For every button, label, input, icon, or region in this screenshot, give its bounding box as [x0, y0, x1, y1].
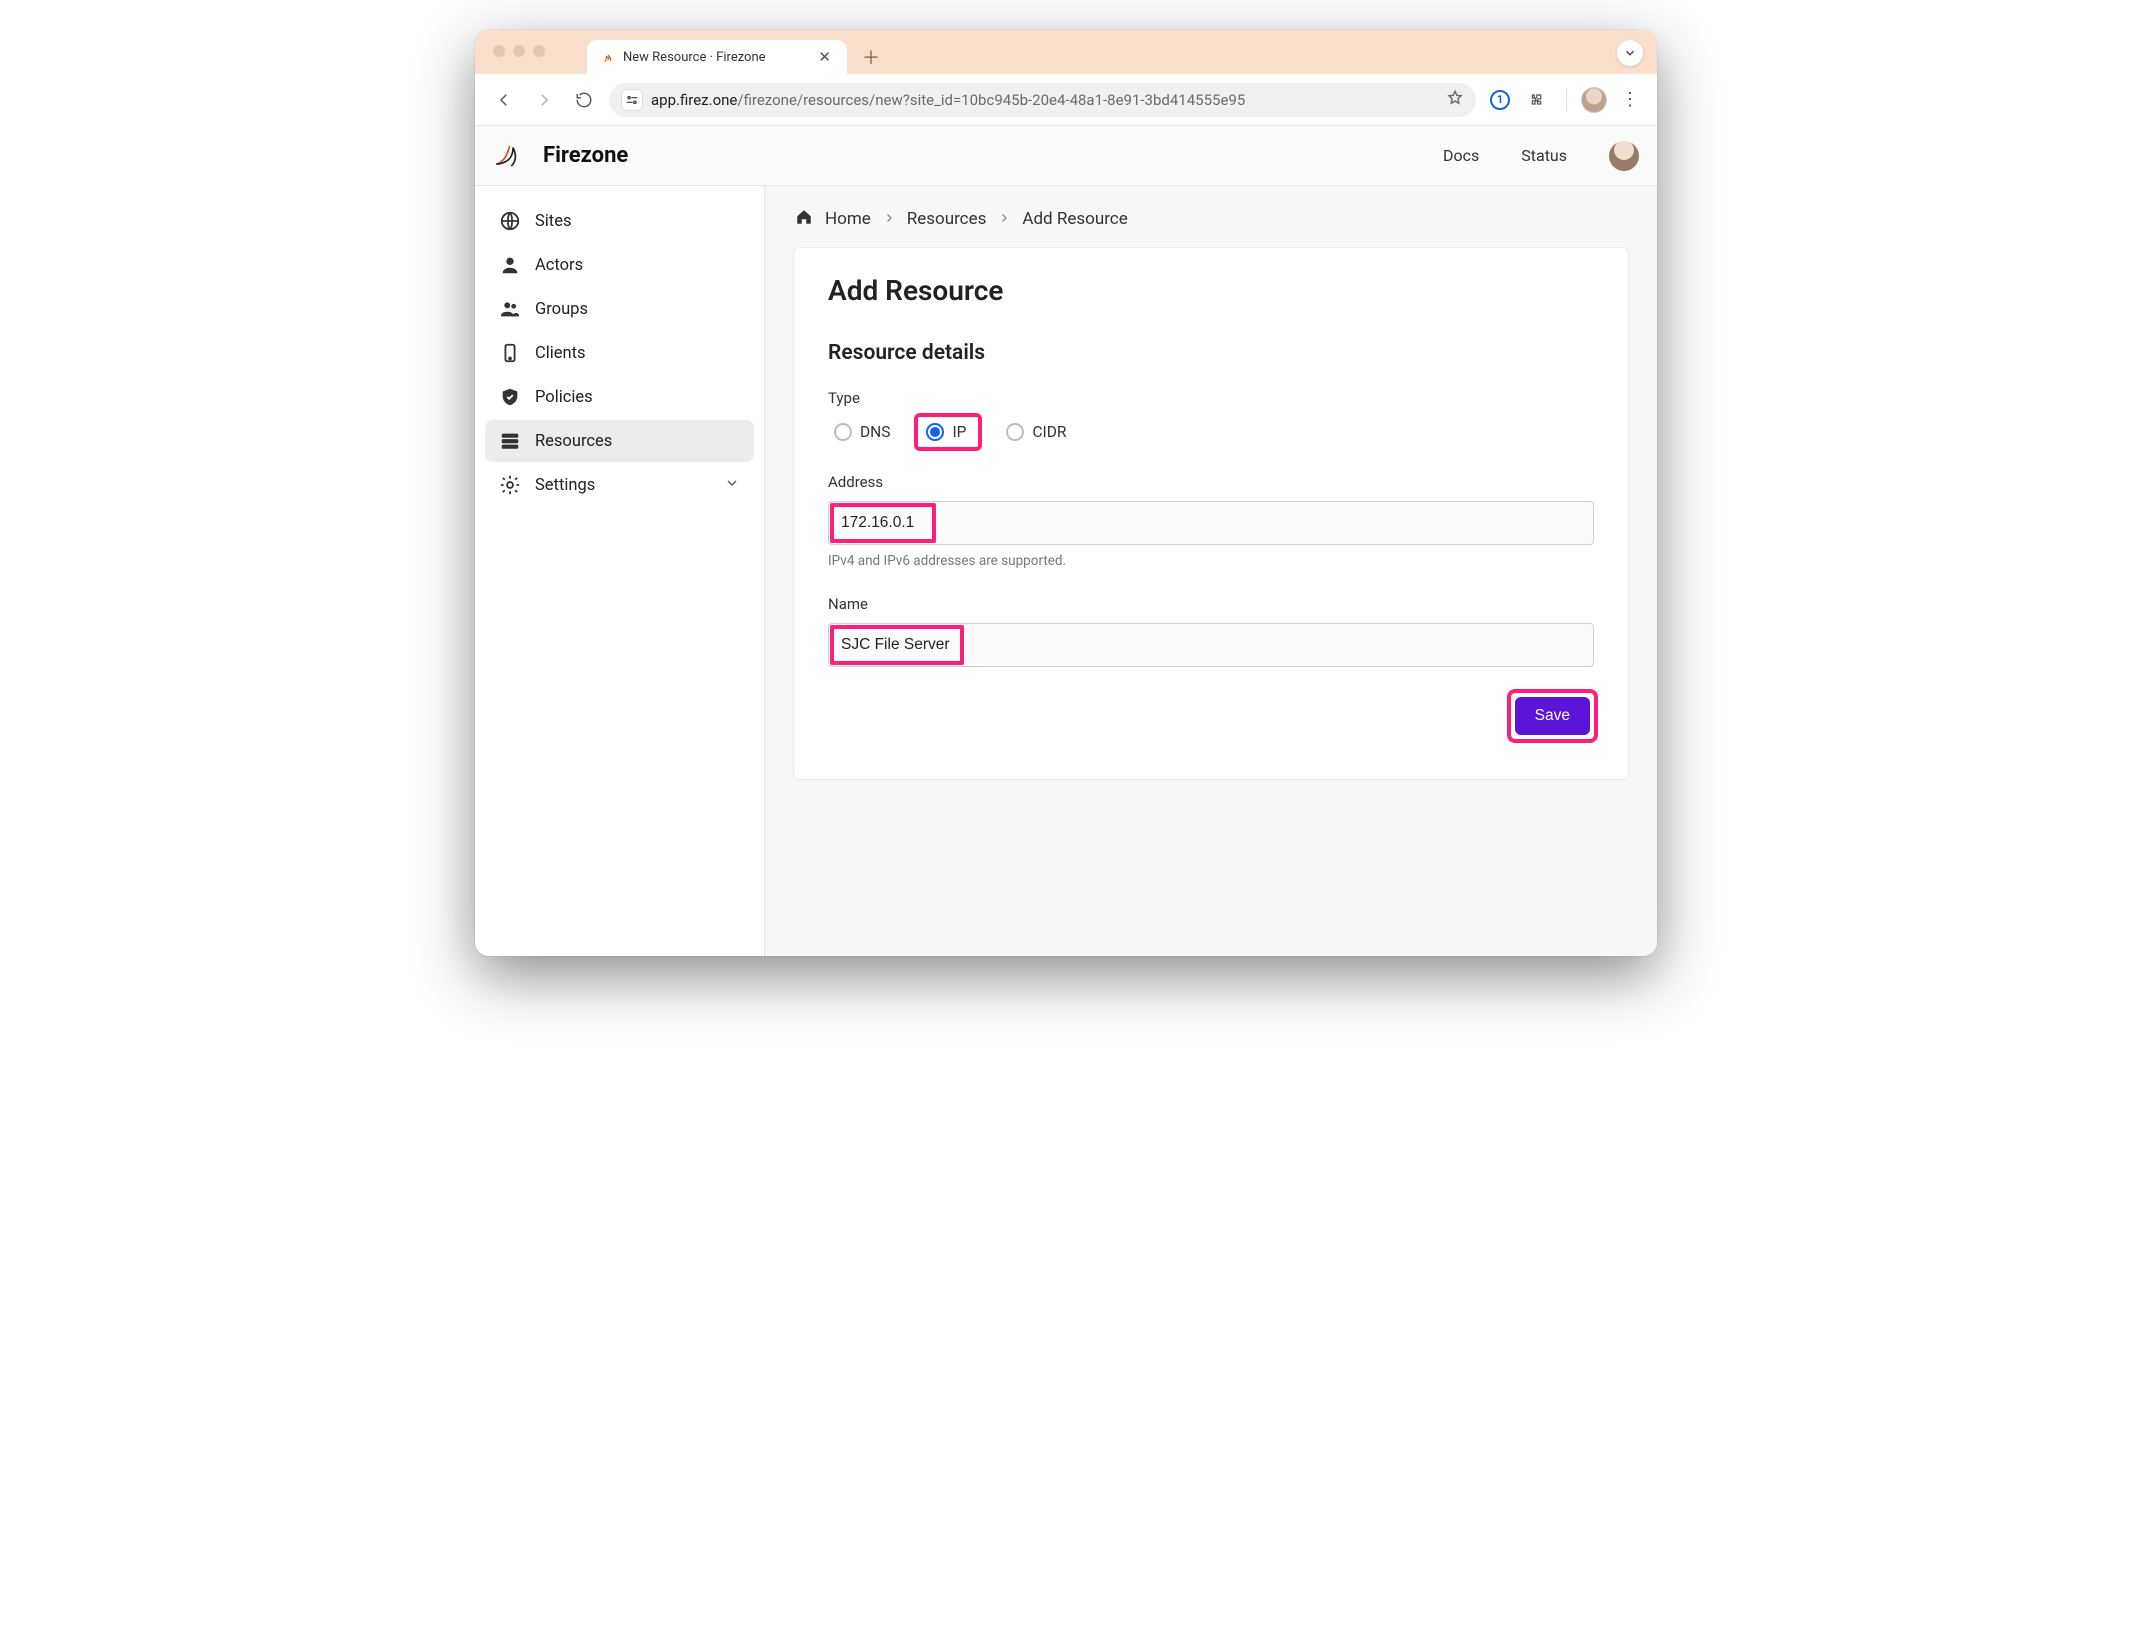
new-tab-button[interactable]: ＋ [857, 43, 885, 71]
label-address: Address [828, 473, 1594, 491]
sidebar-item-label: Clients [535, 344, 586, 363]
radio-label: DNS [860, 423, 890, 441]
radio-option-cidr[interactable]: CIDR [1000, 419, 1072, 445]
browser-titlebar: New Resource · Firezone ✕ ＋ [475, 30, 1657, 74]
sidebar-item-clients[interactable]: Clients [485, 332, 754, 374]
radio-label: IP [952, 423, 966, 441]
chevron-down-icon [724, 475, 740, 496]
shield-check-icon [499, 386, 521, 408]
brand-logo-icon [493, 142, 533, 170]
brand-name: Firezone [543, 143, 628, 168]
traffic-light-min[interactable] [513, 45, 525, 57]
tab-title: New Resource · Firezone [623, 50, 766, 65]
sidebar: Sites Actors Groups [475, 186, 765, 956]
crumb-current: Add Resource [1022, 209, 1127, 229]
browser-toolbar: app.firez.one/firezone/resources/new?sit… [475, 74, 1657, 126]
name-input[interactable] [828, 623, 1594, 667]
sidebar-item-label: Sites [535, 212, 571, 231]
browser-tab-active[interactable]: New Resource · Firezone ✕ [587, 40, 847, 74]
phone-icon [499, 342, 521, 364]
sidebar-item-resources[interactable]: Resources [485, 420, 754, 462]
header-link-status[interactable]: Status [1521, 146, 1567, 165]
main-content: Home Resources Add Resource Add Resource… [765, 186, 1657, 956]
sidebar-item-label: Groups [535, 300, 588, 319]
onepassword-extension-icon[interactable]: 1 [1486, 86, 1514, 114]
gear-icon [499, 474, 521, 496]
radio-option-ip[interactable]: IP [920, 419, 972, 445]
sidebar-item-label: Actors [535, 256, 583, 275]
traffic-lights [493, 45, 545, 57]
home-icon [795, 208, 813, 229]
sidebar-item-label: Resources [535, 432, 612, 451]
nav-forward-button[interactable] [529, 85, 559, 115]
radio-group-type: DNS IP CIDR [828, 417, 1594, 447]
site-settings-icon[interactable] [621, 89, 643, 111]
chevron-right-icon [883, 209, 895, 229]
extensions-puzzle-icon[interactable] [1524, 86, 1552, 114]
chevron-right-icon [998, 209, 1010, 229]
nav-reload-button[interactable] [569, 85, 599, 115]
omnibox[interactable]: app.firez.one/firezone/resources/new?sit… [609, 83, 1476, 117]
label-type: Type [828, 389, 1594, 407]
user-icon [499, 254, 521, 276]
omnibox-url: app.firez.one/firezone/resources/new?sit… [651, 91, 1438, 109]
crumb-home[interactable]: Home [825, 209, 871, 229]
nav-back-button[interactable] [489, 85, 519, 115]
server-icon [499, 430, 521, 452]
tabstrip: New Resource · Firezone ✕ ＋ [587, 30, 885, 74]
highlight-save-button: Save [1511, 693, 1594, 739]
crumb-resources[interactable]: Resources [907, 209, 987, 229]
app-header: Firezone Docs Status [475, 126, 1657, 186]
address-hint: IPv4 and IPv6 addresses are supported. [828, 553, 1594, 569]
header-avatar[interactable] [1609, 141, 1639, 171]
radio-label: CIDR [1032, 423, 1066, 441]
label-name: Name [828, 595, 1594, 613]
tabstrip-overflow-button[interactable] [1617, 40, 1643, 66]
sidebar-item-policies[interactable]: Policies [485, 376, 754, 418]
browser-menu-button[interactable]: ⋮ [1617, 89, 1643, 110]
users-icon [499, 298, 521, 320]
sidebar-item-label: Settings [535, 476, 595, 495]
sidebar-item-groups[interactable]: Groups [485, 288, 754, 330]
browser-window: New Resource · Firezone ✕ ＋ app.firez.on… [475, 30, 1657, 956]
breadcrumbs: Home Resources Add Resource [793, 202, 1629, 247]
brand[interactable]: Firezone [493, 142, 628, 170]
sidebar-item-label: Policies [535, 388, 593, 407]
profile-avatar[interactable] [1581, 87, 1607, 113]
tab-close-icon[interactable]: ✕ [814, 48, 835, 66]
section-title: Resource details [828, 341, 1594, 365]
globe-icon [499, 210, 521, 232]
sidebar-item-actors[interactable]: Actors [485, 244, 754, 286]
radio-option-dns[interactable]: DNS [828, 419, 896, 445]
traffic-light-max[interactable] [533, 45, 545, 57]
save-button[interactable]: Save [1515, 697, 1590, 735]
address-input[interactable] [828, 501, 1594, 545]
highlight-radio-ip: IP [918, 417, 978, 447]
bookmark-star-icon[interactable] [1446, 89, 1464, 111]
card-add-resource: Add Resource Resource details Type DNS [793, 247, 1629, 780]
sidebar-item-sites[interactable]: Sites [485, 200, 754, 242]
sidebar-item-settings[interactable]: Settings [485, 464, 754, 506]
tab-favicon [599, 49, 615, 65]
traffic-light-close[interactable] [493, 45, 505, 57]
page-title: Add Resource [828, 274, 1594, 307]
toolbar-divider [1566, 89, 1567, 111]
header-link-docs[interactable]: Docs [1443, 146, 1479, 165]
app-root: Firezone Docs Status Sites Actor [475, 126, 1657, 956]
